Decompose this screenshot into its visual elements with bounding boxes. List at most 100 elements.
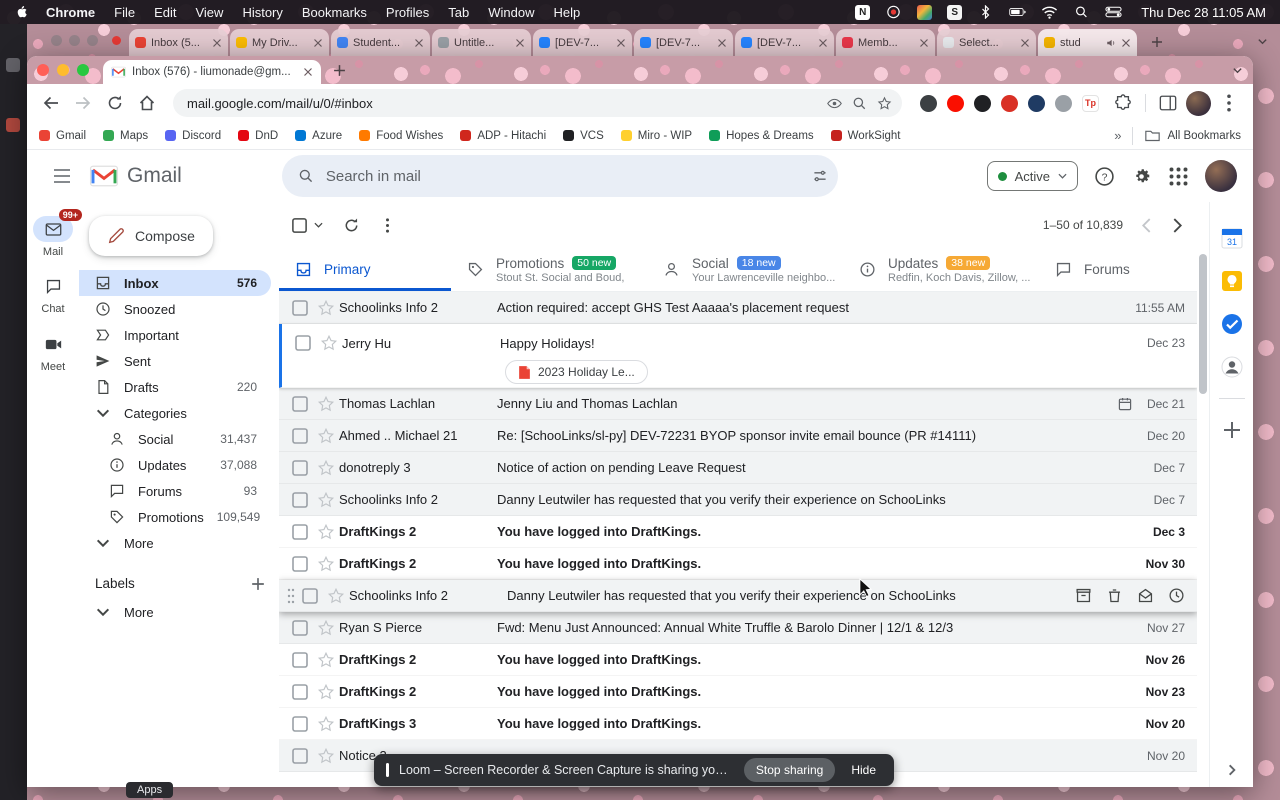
row-checkbox[interactable] xyxy=(291,651,309,669)
active-browser-tab[interactable]: Inbox (576) - liumonade@gm... xyxy=(103,60,321,84)
back-icon[interactable] xyxy=(42,94,60,112)
tab-social[interactable]: Social 18 new Your Lawrenceville neighbo..… xyxy=(647,248,843,291)
menubar-item[interactable]: View xyxy=(195,5,223,20)
gmail-logo[interactable]: Gmail xyxy=(89,164,182,188)
delete-icon[interactable] xyxy=(1106,587,1123,604)
sidebar-item-important[interactable]: Important xyxy=(79,322,271,348)
menubar-item[interactable]: Window xyxy=(488,5,534,20)
shortcuts-icon[interactable]: S xyxy=(947,4,963,20)
search-input[interactable]: Search in mail xyxy=(326,168,800,185)
tab-close-icon[interactable] xyxy=(717,38,727,48)
account-avatar[interactable] xyxy=(1205,160,1237,192)
email-row[interactable]: DraftKings 2 You have logged into DraftKi… xyxy=(279,676,1197,708)
hide-side-panel-icon[interactable] xyxy=(1225,763,1239,777)
browser-menu-icon[interactable] xyxy=(1220,94,1238,112)
notion-icon[interactable]: N xyxy=(855,4,871,20)
sidebar-item-forums[interactable]: Forums 93 xyxy=(79,478,271,504)
row-checkbox[interactable] xyxy=(291,459,309,477)
row-checkbox[interactable] xyxy=(291,747,309,765)
sidebar-item-snoozed[interactable]: Snoozed xyxy=(79,296,271,322)
tab-close-icon[interactable] xyxy=(303,67,313,77)
tab-close-icon[interactable] xyxy=(919,38,929,48)
profile-avatar[interactable] xyxy=(1186,90,1211,116)
star-icon[interactable] xyxy=(317,651,335,669)
browser-tab[interactable]: Student... xyxy=(331,29,430,56)
extensions-puzzle-icon[interactable] xyxy=(1114,94,1132,112)
contacts-icon[interactable] xyxy=(1220,355,1244,379)
rail-item-mail[interactable]: 99+ Mail xyxy=(27,209,82,258)
apple-menu-icon[interactable] xyxy=(14,4,28,20)
row-checkbox[interactable] xyxy=(294,334,312,352)
sidebar-item-social[interactable]: Social 31,437 xyxy=(79,426,271,452)
scrollbar-thumb[interactable] xyxy=(1199,254,1207,394)
more-options-icon[interactable] xyxy=(380,217,395,233)
prev-page-icon[interactable] xyxy=(1139,217,1154,233)
zoom-window-button[interactable] xyxy=(77,64,89,76)
url-text[interactable]: mail.google.com/mail/u/0/#inbox xyxy=(187,96,817,111)
browser-tab[interactable]: [DEV-7... xyxy=(634,29,733,56)
select-all-checkbox[interactable] xyxy=(291,217,308,234)
get-addons-icon[interactable] xyxy=(1220,418,1244,442)
refresh-icon[interactable] xyxy=(106,94,124,112)
bookmark-item[interactable]: WorkSight xyxy=(830,130,901,142)
browser-tab[interactable]: Memb... xyxy=(836,29,935,56)
row-checkbox[interactable] xyxy=(291,619,309,637)
star-icon[interactable] xyxy=(317,523,335,541)
bookmark-item[interactable]: DnD xyxy=(238,130,278,142)
rail-item-meet[interactable]: Meet xyxy=(27,331,79,373)
bookmark-item[interactable]: Discord xyxy=(165,130,221,142)
menubar-item[interactable]: Help xyxy=(554,5,581,20)
sidebar-item-sent[interactable]: Sent xyxy=(79,348,271,374)
select-caret-icon[interactable] xyxy=(314,222,323,228)
star-icon[interactable] xyxy=(317,299,335,317)
star-icon[interactable] xyxy=(317,491,335,509)
sidebar-item-more[interactable]: More xyxy=(79,530,271,556)
browser-tab[interactable]: Untitle... xyxy=(432,29,531,56)
hamburger-menu-icon[interactable] xyxy=(53,169,71,183)
row-checkbox[interactable] xyxy=(301,587,319,605)
email-row[interactable]: DraftKings 2 You have logged into DraftKi… xyxy=(279,548,1197,580)
search-filter-icon[interactable] xyxy=(812,168,828,184)
menubar-item[interactable]: Tab xyxy=(448,5,469,20)
menubar-item[interactable]: Profiles xyxy=(386,5,429,20)
row-checkbox[interactable] xyxy=(291,555,309,573)
star-icon[interactable] xyxy=(317,395,335,413)
workspace-extension-icon[interactable] xyxy=(1028,94,1045,112)
stop-sharing-button[interactable]: Stop sharing xyxy=(743,758,836,782)
browser-tab[interactable]: Inbox (5... xyxy=(129,29,228,56)
snooze-icon[interactable] xyxy=(1168,587,1185,604)
row-checkbox[interactable] xyxy=(291,683,309,701)
email-row[interactable]: Jerry Hu Happy Holidays! Dec 23 2023 Holida… xyxy=(279,324,1197,388)
row-checkbox[interactable] xyxy=(291,523,309,541)
drag-handle-icon[interactable] xyxy=(287,588,295,604)
search-icon[interactable] xyxy=(852,96,867,111)
star-icon[interactable] xyxy=(327,587,345,605)
home-icon[interactable] xyxy=(138,94,156,112)
tab-search-icon[interactable] xyxy=(1232,65,1243,76)
star-icon[interactable] xyxy=(317,715,335,733)
star-icon[interactable] xyxy=(320,334,338,352)
archive-icon[interactable] xyxy=(1075,587,1092,604)
teleparty-extension-icon[interactable]: Tp xyxy=(1082,94,1099,112)
rail-item-chat[interactable]: Chat xyxy=(27,274,79,315)
row-checkbox[interactable] xyxy=(291,395,309,413)
menubar-item[interactable]: Chrome xyxy=(46,5,95,20)
menubar-item[interactable]: Bookmarks xyxy=(302,5,367,20)
tab-close-icon[interactable] xyxy=(515,38,525,48)
row-checkbox[interactable] xyxy=(291,715,309,733)
sidebar-item-more-labels[interactable]: More xyxy=(79,599,271,625)
tab-close-icon[interactable] xyxy=(1020,38,1030,48)
sidebar-item-promotions[interactable]: Promotions 109,549 xyxy=(79,504,271,530)
email-row[interactable]: Schoolinks Info 2 Action required: accept… xyxy=(279,292,1197,324)
adobe-acrobat-extension-icon[interactable] xyxy=(947,94,964,112)
next-page-icon[interactable] xyxy=(1170,217,1185,233)
tab-close-icon[interactable] xyxy=(616,38,626,48)
apps-shortcut[interactable]: Apps xyxy=(126,782,174,798)
calendar-icon[interactable]: 31 xyxy=(1220,226,1244,250)
star-icon[interactable] xyxy=(317,619,335,637)
keep-icon[interactable] xyxy=(1220,269,1244,293)
star-icon[interactable] xyxy=(317,555,335,573)
menubar-item[interactable]: History xyxy=(242,5,282,20)
wifi-icon[interactable] xyxy=(1041,5,1058,19)
email-row[interactable]: donotreply 3 Notice of action on pending … xyxy=(279,452,1197,484)
